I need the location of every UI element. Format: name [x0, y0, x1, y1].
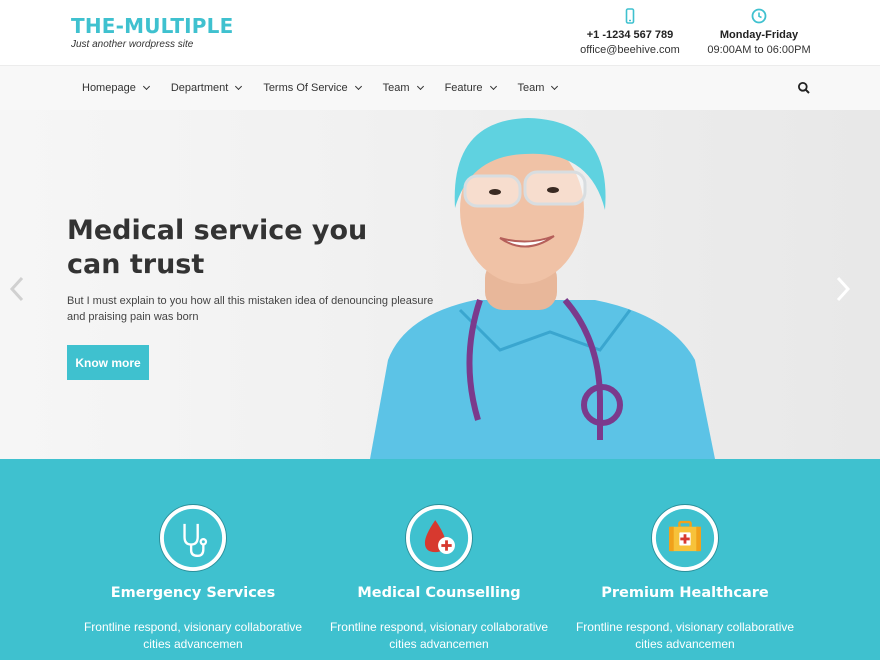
nav-item-label: Team [517, 82, 545, 94]
nav-item-label: Team [382, 82, 410, 94]
nav-item-label: Terms Of Service [263, 82, 348, 94]
feature-title: Premium Healthcare [601, 585, 769, 601]
nav-item-label: Feature [444, 82, 483, 94]
doctor-image [370, 118, 715, 459]
feature-icon-circle [160, 505, 226, 571]
nav-item-label: Homepage [82, 82, 136, 94]
nav-menu: Homepage Department Terms Of Service Tea… [82, 66, 579, 110]
hero-heading: Medical service you can trust [67, 215, 368, 280]
first-aid-kit-icon [655, 508, 715, 568]
nav-item-department[interactable]: Department [170, 82, 243, 94]
contact-phone: +1 -1234 567 789 office@beehive.com [565, 8, 695, 58]
feature-icon-circle [406, 505, 472, 571]
feature-icon-circle [652, 505, 718, 571]
feature-title: Emergency Services [110, 585, 276, 601]
nav-item-homepage[interactable]: Homepage [82, 82, 150, 94]
chevron-down-icon [551, 82, 559, 91]
chevron-down-icon [235, 82, 243, 91]
phone-number[interactable]: +1 -1234 567 789 [565, 28, 695, 42]
hero-description: But I must explain to you how all this m… [67, 295, 434, 323]
feature-text: Frontline respond, visionary collaborati… [575, 620, 795, 651]
email-address[interactable]: office@beehive.com [565, 42, 695, 58]
main-navigation: Homepage Department Terms Of Service Tea… [0, 66, 880, 110]
chevron-down-icon [489, 82, 497, 91]
working-hours: 09:00AM to 06:00PM [707, 44, 811, 56]
chevron-down-icon [416, 82, 424, 91]
site-title[interactable]: THE-MULTIPLE [71, 14, 233, 38]
feature-title: Medical Counselling [357, 585, 521, 601]
know-more-button[interactable]: Know more [67, 345, 149, 380]
blood-drop-icon [409, 508, 469, 568]
chevron-down-icon [354, 82, 362, 91]
nav-item-team-2[interactable]: Team [517, 82, 559, 94]
nav-item-label: Department [170, 82, 229, 94]
search-icon[interactable] [797, 81, 811, 95]
nav-item-team[interactable]: Team [382, 82, 424, 94]
feature-text: Frontline respond, visionary collaborati… [83, 620, 303, 651]
features-section: Emergency Services Frontline respond, vi… [0, 459, 880, 660]
mobile-phone-icon [625, 8, 635, 24]
hero-slider: Medical service you can trust But I must… [0, 110, 880, 459]
site-header: THE-MULTIPLE Just another wordpress site… [0, 0, 880, 66]
brand[interactable]: THE-MULTIPLE Just another wordpress site [71, 14, 233, 50]
feature-text: Frontline respond, visionary collaborati… [329, 620, 549, 651]
chevron-left-icon[interactable] [8, 276, 26, 302]
contact-hours: Monday-Friday 09:00AM to 06:00PM [694, 8, 824, 58]
nav-item-feature[interactable]: Feature [444, 82, 497, 94]
stethoscope-icon [163, 508, 223, 568]
working-days: Monday-Friday [719, 29, 799, 41]
nav-item-terms-of-service[interactable]: Terms Of Service [263, 82, 362, 94]
clock-icon [751, 8, 767, 24]
chevron-right-icon[interactable] [834, 276, 852, 302]
site-tagline: Just another wordpress site [71, 39, 194, 50]
chevron-down-icon [142, 82, 150, 91]
